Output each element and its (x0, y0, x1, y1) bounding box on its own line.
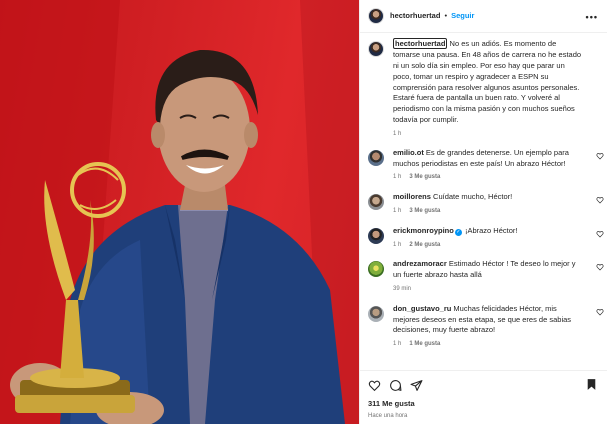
comment-text-block: emilio.ot Es de grandes detenerse. Un ej… (393, 148, 584, 170)
bookmark-icon[interactable] (585, 378, 598, 391)
post-timestamp: Hace una hora (368, 412, 408, 419)
comment-item: don_gustavo_ru Muchas felicidades Héctor… (368, 304, 607, 349)
verified-badge-icon: ✓ (454, 228, 462, 236)
comment-text-block: don_gustavo_ru Muchas felicidades Héctor… (393, 304, 584, 337)
caption-avatar[interactable] (368, 41, 384, 57)
caption-username[interactable]: hectorhuertad (393, 38, 448, 49)
comment-item: erickmonroypino ✓ ¡Abrazo Héctor! 1 h 2 Me… (368, 226, 607, 250)
comment-username[interactable]: don_gustavo_ru (393, 304, 451, 313)
comment-time: 1 h (393, 174, 402, 181)
share-icon[interactable] (410, 379, 423, 392)
post-likes-count[interactable]: 311 Me gusta (368, 399, 600, 410)
more-options-icon[interactable]: ••• (586, 11, 598, 24)
post-side-panel: hectorhuertad • Seguir ••• hectorhuertad… (359, 0, 607, 424)
comment-likes[interactable]: 1 Me gusta (409, 341, 440, 347)
instagram-post: hectorhuertad • Seguir ••• hectorhuertad… (0, 0, 607, 424)
heart-icon[interactable] (596, 196, 604, 204)
heart-icon[interactable] (368, 379, 381, 392)
comment-text: Cuídate mucho, Héctor! (430, 192, 513, 202)
heart-icon[interactable] (596, 308, 604, 316)
comment-meta: 1 h 3 Me gusta (393, 173, 584, 182)
photo-illustration (0, 0, 359, 424)
comment-icon[interactable] (389, 379, 402, 392)
comment-text: ¡Abrazo Héctor! (462, 225, 518, 235)
comment-text-block: moillorens Cuídate mucho, Héctor! (393, 192, 584, 203)
comments-list[interactable]: hectorhuertad No es un adiós. Es momento… (360, 33, 607, 370)
commenter-avatar[interactable] (368, 305, 384, 322)
comment-text-block: erickmonroypino ✓ ¡Abrazo Héctor! (393, 226, 584, 237)
comment-item: emilio.ot Es de grandes detenerse. Un ej… (368, 148, 607, 182)
commenter-avatar[interactable] (368, 261, 384, 278)
commenter-avatar[interactable] (368, 194, 384, 211)
comment-time: 1 h (393, 208, 402, 214)
header-separator: • (444, 10, 448, 20)
comment-username[interactable]: moillorens (393, 192, 431, 201)
comment-meta: 39 min (393, 285, 584, 294)
commenter-avatar[interactable] (368, 227, 384, 244)
comment-time: 1 h (393, 241, 402, 248)
comment-likes[interactable]: 2 Me gusta (409, 242, 440, 248)
caption-time: 1 h (393, 131, 402, 137)
comment-username[interactable]: erickmonroypino (393, 226, 454, 235)
caption-text-block: hectorhuertad No es un adiós. Es momento… (393, 38, 584, 126)
author-avatar[interactable] (368, 8, 384, 24)
post-header: hectorhuertad • Seguir ••• (360, 0, 607, 33)
comment-item: moillorens Cuídate mucho, Héctor! 1 h 3 M… (368, 192, 607, 216)
comment-time: 1 h (393, 341, 402, 348)
comment-likes[interactable]: 3 Me gusta (409, 208, 440, 214)
caption: hectorhuertad No es un adiós. Es momento… (368, 38, 607, 139)
comment-meta: 1 h 1 Me gusta (393, 340, 584, 349)
commenter-avatar[interactable] (368, 149, 384, 166)
post-photo[interactable] (0, 0, 359, 424)
post-actions: 311 Me gusta Hace una hora (360, 370, 607, 424)
caption-meta: 1 h (393, 130, 584, 139)
author-username[interactable]: hectorhuertad (390, 11, 440, 22)
follow-button[interactable]: Seguir (451, 11, 474, 22)
comment-username[interactable]: andrezamoracr (393, 259, 447, 268)
heart-icon[interactable] (596, 230, 604, 238)
comment-item: andrezamoracr Estimado Héctor ! Te deseo… (368, 259, 607, 293)
comment-time: 39 min (393, 286, 412, 292)
heart-icon[interactable] (596, 152, 604, 160)
comment-username[interactable]: emilio.ot (393, 148, 424, 157)
action-icons (368, 377, 600, 393)
comment-likes[interactable]: 3 Me gusta (409, 174, 440, 180)
comment-text-block: andrezamoracr Estimado Héctor ! Te deseo… (393, 259, 584, 281)
comment-meta: 1 h 3 Me gusta (393, 207, 584, 216)
heart-icon[interactable] (596, 263, 604, 271)
caption-text: No es un adiós. Es momento de tomarse un… (393, 39, 582, 125)
comment-meta: 1 h 2 Me gusta (393, 241, 584, 250)
